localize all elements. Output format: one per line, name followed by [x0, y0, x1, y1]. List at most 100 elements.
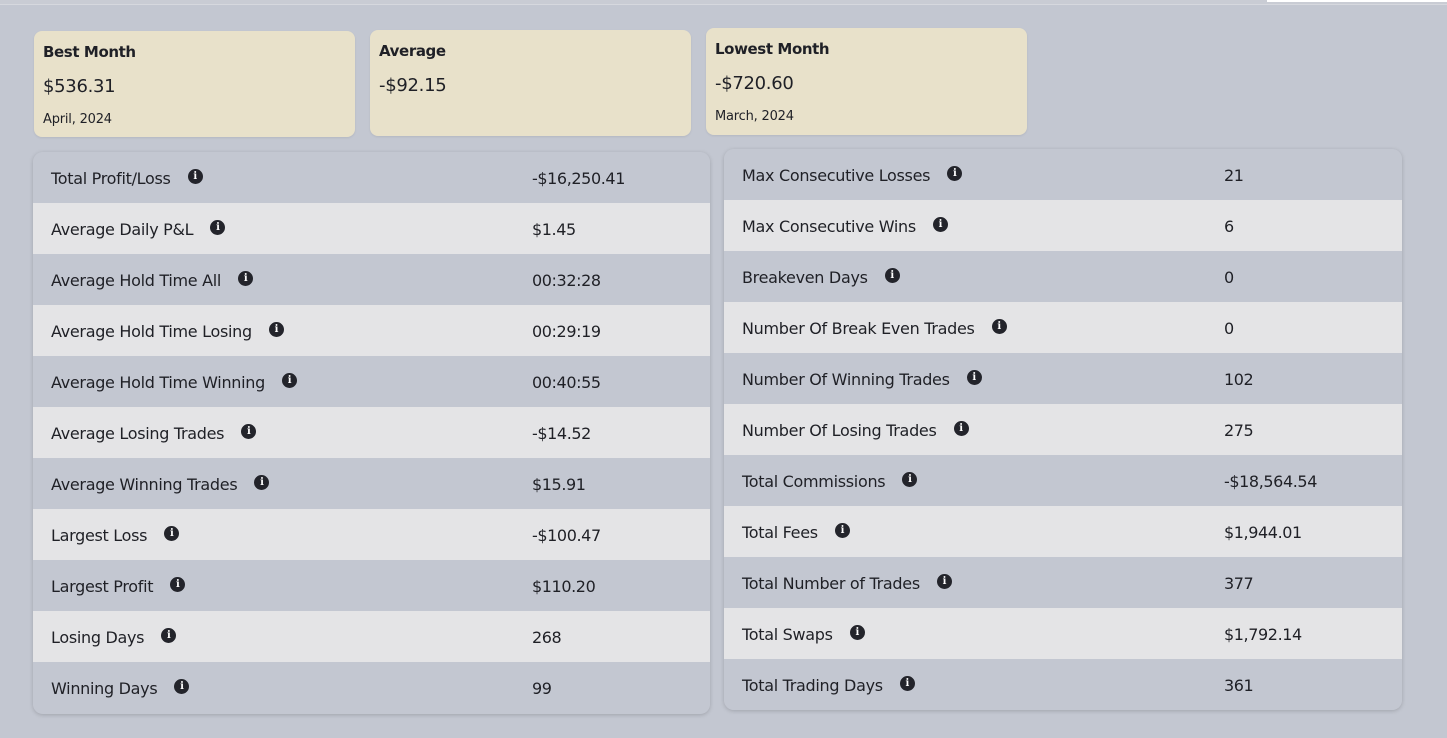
- info-icon[interactable]: i: [899, 676, 915, 691]
- stat-row: Largest Loss i -$100.47: [33, 509, 710, 560]
- stat-row: Total Commissions i -$18,564.54: [724, 455, 1402, 506]
- stat-label: Number Of Break Even Trades i: [742, 319, 1007, 338]
- stat-value: 00:40:55: [532, 373, 601, 392]
- stat-value: -$14.52: [532, 424, 591, 443]
- info-icon[interactable]: i: [966, 370, 982, 385]
- stat-label: Max Consecutive Wins i: [742, 217, 948, 236]
- stat-label: Average Hold Time Winning i: [51, 373, 297, 392]
- best-month-date: April, 2024: [43, 112, 112, 127]
- info-icon[interactable]: i: [174, 679, 190, 694]
- stat-label-text: Winning Days: [51, 679, 158, 698]
- stat-label-text: Number Of Winning Trades: [742, 370, 950, 389]
- stat-value: $1.45: [532, 220, 576, 239]
- info-icon[interactable]: i: [268, 322, 284, 337]
- info-icon[interactable]: i: [254, 475, 270, 490]
- stat-value: 102: [1224, 370, 1254, 389]
- best-month-card: Best Month $536.31 April, 2024: [34, 31, 355, 137]
- info-icon[interactable]: i: [991, 319, 1007, 334]
- stat-value: 21: [1224, 166, 1244, 185]
- lowest-month-date: March, 2024: [715, 109, 794, 124]
- stat-label-text: Max Consecutive Losses: [742, 166, 931, 185]
- stat-row: Number Of Break Even Trades i 0: [724, 302, 1402, 353]
- stat-label-text: Number Of Losing Trades: [742, 421, 937, 440]
- stat-label: Total Profit/Loss i: [51, 169, 203, 188]
- stat-row: Breakeven Days i 0: [724, 251, 1402, 302]
- stat-label: Total Number of Trades i: [742, 574, 952, 593]
- lowest-month-label: Lowest Month: [715, 40, 830, 58]
- stat-value: -$16,250.41: [532, 169, 625, 188]
- info-icon[interactable]: i: [281, 373, 297, 388]
- stat-value: 6: [1224, 217, 1234, 236]
- stat-row: Total Profit/Loss i -$16,250.41: [33, 152, 710, 203]
- average-value: -$92.15: [379, 75, 447, 96]
- info-icon[interactable]: i: [932, 217, 948, 232]
- info-icon[interactable]: i: [947, 166, 963, 181]
- stat-value: 377: [1224, 574, 1254, 593]
- stat-label: Winning Days i: [51, 679, 190, 698]
- stat-row: Average Hold Time Losing i 00:29:19: [33, 305, 710, 356]
- info-icon[interactable]: i: [884, 268, 900, 283]
- stat-row: Losing Days i 268: [33, 611, 710, 662]
- info-icon[interactable]: i: [902, 472, 918, 487]
- stat-label-text: Total Trading Days: [742, 676, 883, 695]
- stat-label-text: Average Hold Time Losing: [51, 322, 252, 341]
- info-icon[interactable]: i: [238, 271, 254, 286]
- info-icon[interactable]: i: [164, 526, 180, 541]
- stat-value: 361: [1224, 676, 1254, 695]
- stat-row: Number Of Winning Trades i 102: [724, 353, 1402, 404]
- stat-label-text: Average Daily P&L: [51, 220, 194, 239]
- stat-row: Average Winning Trades i $15.91: [33, 458, 710, 509]
- best-month-value: $536.31: [43, 76, 116, 97]
- stat-row: Number Of Losing Trades i 275: [724, 404, 1402, 455]
- stat-label: Average Daily P&L i: [51, 220, 226, 239]
- stat-label-text: Total Swaps: [742, 625, 833, 644]
- stat-label-text: Losing Days: [51, 628, 145, 647]
- info-icon[interactable]: i: [936, 574, 952, 589]
- stat-row: Total Number of Trades i 377: [724, 557, 1402, 608]
- stat-row: Average Daily P&L i $1.45: [33, 203, 710, 254]
- stat-label-text: Average Hold Time Winning: [51, 373, 265, 392]
- stat-row: Max Consecutive Wins i 6: [724, 200, 1402, 251]
- stat-value: $1,944.01: [1224, 523, 1302, 542]
- stat-label: Total Fees i: [742, 523, 850, 542]
- stat-label: Average Hold Time All i: [51, 271, 254, 290]
- stat-value: $15.91: [532, 475, 586, 494]
- stat-value: $1,792.14: [1224, 625, 1302, 644]
- info-icon[interactable]: i: [834, 523, 850, 538]
- best-month-label: Best Month: [43, 43, 136, 61]
- stat-label: Average Winning Trades i: [51, 475, 270, 494]
- info-icon[interactable]: i: [161, 628, 177, 643]
- stat-label-text: Number Of Break Even Trades: [742, 319, 975, 338]
- stat-label: Number Of Winning Trades i: [742, 370, 982, 389]
- info-icon[interactable]: i: [849, 625, 865, 640]
- stat-label-text: Breakeven Days: [742, 268, 868, 287]
- left-stats-table: Total Profit/Loss i -$16,250.41 Average Dai…: [33, 152, 710, 714]
- stat-row: Total Trading Days i 361: [724, 659, 1402, 710]
- stat-label: Largest Profit i: [51, 577, 186, 596]
- stat-label: Total Swaps i: [742, 625, 865, 644]
- info-icon[interactable]: i: [953, 421, 969, 436]
- stat-label-text: Max Consecutive Wins: [742, 217, 916, 236]
- average-label: Average: [379, 42, 446, 60]
- stat-value: -$100.47: [532, 526, 601, 545]
- stat-label: Breakeven Days i: [742, 268, 900, 287]
- stat-row: Average Losing Trades i -$14.52: [33, 407, 710, 458]
- stat-row: Average Hold Time All i 00:32:28: [33, 254, 710, 305]
- stat-label-text: Total Commissions: [742, 472, 886, 491]
- stat-label-text: Largest Profit: [51, 577, 154, 596]
- stat-value: 0: [1224, 319, 1234, 338]
- stat-label-text: Total Number of Trades: [742, 574, 920, 593]
- info-icon[interactable]: i: [187, 169, 203, 184]
- lowest-month-value: -$720.60: [715, 73, 794, 94]
- info-icon[interactable]: i: [210, 220, 226, 235]
- stat-value: 275: [1224, 421, 1254, 440]
- stat-label: Largest Loss i: [51, 526, 180, 545]
- right-stats-table: Max Consecutive Losses i 21 Max Consecutive…: [724, 149, 1402, 710]
- stat-label: Total Commissions i: [742, 472, 918, 491]
- info-icon[interactable]: i: [170, 577, 186, 592]
- stat-value: 268: [532, 628, 562, 647]
- stat-label-text: Largest Loss: [51, 526, 148, 545]
- stat-label: Average Losing Trades i: [51, 424, 257, 443]
- info-icon[interactable]: i: [241, 424, 257, 439]
- stat-label: Average Hold Time Losing i: [51, 322, 284, 341]
